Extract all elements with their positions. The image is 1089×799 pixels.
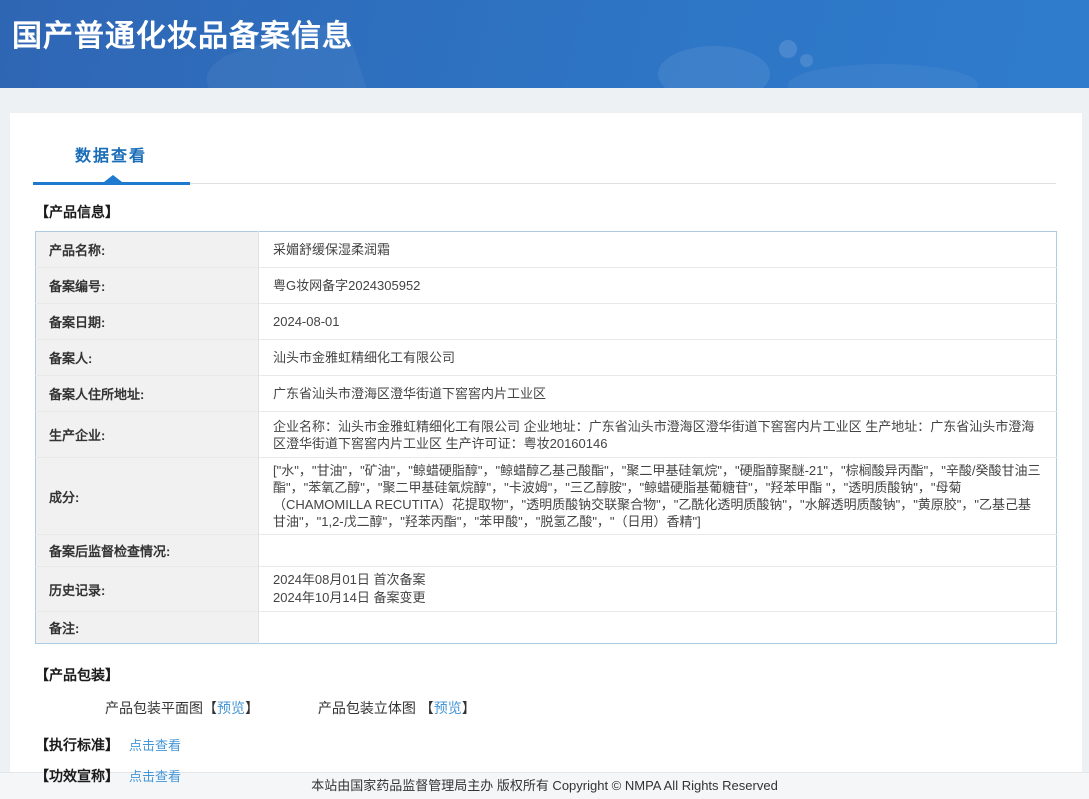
row-label: 历史记录:: [35, 566, 259, 612]
row-value: 2024年08月01日 首次备案 2024年10月14日 备案变更: [259, 567, 1057, 612]
packaging-stereo-bracket: 】: [461, 700, 476, 716]
row-value: 企业名称：汕头市金雅虹精细化工有限公司 企业地址：广东省汕头市澄海区澄华街道下窖…: [273, 418, 1035, 451]
table-row-registrant: 备案人: 汕头市金雅虹精细化工有限公司: [35, 339, 1057, 376]
page-header: 国产普通化妆品备案信息: [0, 0, 1089, 88]
packaging-links-row: 产品包装平面图【预览】 产品包装立体图 【预览】: [105, 698, 1082, 718]
table-row-supervision-check: 备案后监督检查情况:: [35, 534, 1057, 567]
efficacy-section-title: 【功效宣称】: [35, 768, 119, 784]
table-row-registration-date: 备案日期: 2024-08-01: [35, 303, 1057, 340]
packaging-flat-bracket: 】: [245, 700, 259, 716]
packaging-section-title: 【产品包装】: [35, 667, 119, 683]
table-row-history: 历史记录: 2024年08月01日 首次备案 2024年10月14日 备案变更: [35, 566, 1057, 612]
table-row-registrant-address: 备案人住所地址: 广东省汕头市澄海区澄华街道下窖窖内片工业区: [35, 375, 1057, 412]
row-label: 备案编号:: [35, 267, 259, 304]
row-label: 备案人:: [35, 339, 259, 376]
tab-data-view[interactable]: 数据查看: [75, 142, 147, 166]
row-value: 粤G妆网备字2024305952: [273, 278, 421, 293]
history-line: 2024年08月01日 首次备案: [273, 572, 426, 587]
standard-section-title: 【执行标准】: [35, 737, 119, 753]
row-label: 成分:: [35, 457, 259, 535]
packaging-stereo-preview-link[interactable]: 预览: [434, 700, 462, 716]
tab-active-indicator: [10, 175, 1082, 185]
row-label: 备案人住所地址:: [35, 375, 259, 412]
product-info-table: 产品名称: 采媚舒缓保湿柔润霜 备案编号: 粤G妆网备字2024305952 备…: [35, 231, 1057, 644]
row-value: [259, 535, 1057, 567]
history-line: 2024年10月14日 备案变更: [273, 590, 426, 605]
table-row-remarks: 备注:: [35, 611, 1057, 644]
packaging-stereo-label: 产品包装立体图 【: [317, 700, 434, 716]
tab-active-triangle-icon: [104, 175, 122, 182]
tab-active-underline: [33, 182, 190, 185]
table-row-product-name: 产品名称: 采媚舒缓保湿柔润霜: [35, 231, 1057, 268]
row-label: 生产企业:: [35, 411, 259, 458]
row-value: 2024-08-01: [273, 314, 340, 329]
efficacy-row: 【功效宣称】 点击查看: [35, 766, 1082, 786]
header-decoration: [800, 54, 813, 67]
row-value: ["水"，"甘油"，"矿油"，"鲸蜡硬脂醇"，"鲸蜡醇乙基己酸酯"，"聚二甲基硅…: [273, 463, 1041, 529]
table-row-registration-number: 备案编号: 粤G妆网备字2024305952: [35, 267, 1057, 304]
table-row-ingredients: 成分: ["水"，"甘油"，"矿油"，"鲸蜡硬脂醇"，"鲸蜡醇乙基己酸酯"，"聚…: [35, 457, 1057, 535]
table-row-manufacturer: 生产企业: 企业名称：汕头市金雅虹精细化工有限公司 企业地址：广东省汕头市澄海区…: [35, 411, 1057, 458]
row-label: 备案后监督检查情况:: [35, 534, 259, 567]
page-background: 数据查看 【产品信息】 产品名称: 采媚舒缓保湿柔润霜 备案编号: 粤G妆网备字…: [0, 88, 1089, 784]
product-info-section-title: 【产品信息】: [35, 204, 119, 220]
content-card: 数据查看 【产品信息】 产品名称: 采媚舒缓保湿柔润霜 备案编号: 粤G妆网备字…: [10, 113, 1082, 784]
row-label: 备案日期:: [35, 303, 259, 340]
row-value: 采媚舒缓保湿柔润霜: [273, 242, 391, 257]
packaging-flat-label: 产品包装平面图【: [105, 700, 217, 716]
packaging-flat-preview-link[interactable]: 预览: [217, 700, 245, 716]
tab-bar: 数据查看: [10, 113, 1082, 185]
standard-row: 【执行标准】 点击查看: [35, 735, 1082, 755]
row-label: 产品名称:: [35, 231, 259, 268]
efficacy-view-link[interactable]: 点击查看: [129, 769, 181, 784]
page-title: 国产普通化妆品备案信息: [12, 20, 353, 53]
row-value: 广东省汕头市澄海区澄华街道下窖窖内片工业区: [273, 386, 547, 401]
row-value: 汕头市金雅虹精细化工有限公司: [273, 350, 456, 365]
standard-view-link[interactable]: 点击查看: [129, 738, 181, 753]
packaging-stereo-item: 产品包装立体图 【预览】: [318, 700, 476, 716]
row-value: [259, 612, 1057, 644]
row-label: 备注:: [35, 611, 259, 644]
packaging-flat-item: 产品包装平面图【预览】: [105, 700, 259, 716]
header-decoration: [788, 64, 978, 88]
